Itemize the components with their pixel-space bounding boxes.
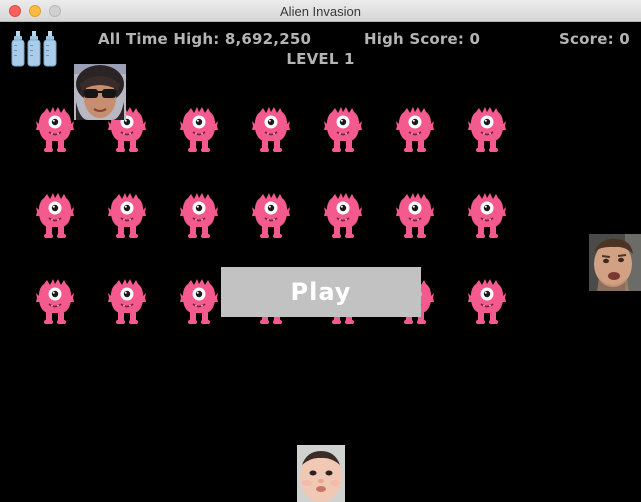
alien-monster-icon [36, 192, 74, 238]
baby-face-ship [297, 445, 345, 502]
alien-monster-icon [252, 192, 290, 238]
woman-with-sunglasses-portrait [74, 64, 126, 120]
alien-monster-icon [36, 106, 74, 152]
window-titlebar: Alien Invasion [0, 0, 641, 22]
current-score: Score: 0 [559, 30, 630, 48]
window-title: Alien Invasion [280, 4, 361, 19]
alien-monster-icon [468, 278, 506, 324]
alien-monster-icon [36, 278, 74, 324]
alien-monster-icon [324, 192, 362, 238]
game-screen: All Time High: 8,692,250 High Score: 0 S… [0, 22, 641, 502]
alien-monster-icon [180, 106, 218, 152]
alien-monster-icon [324, 106, 362, 152]
alien-monster-icon [180, 278, 218, 324]
alien-monster-icon [396, 106, 434, 152]
alien-monster-icon [396, 192, 434, 238]
all-time-high-score: All Time High: 8,692,250 [98, 30, 312, 48]
play-button[interactable]: Play [221, 267, 421, 317]
alien-monster-icon [468, 192, 506, 238]
high-score: High Score: 0 [364, 30, 481, 48]
alien-monster-icon [108, 192, 146, 238]
alien-monster-icon [108, 278, 146, 324]
man-face-portrait [589, 234, 641, 291]
alien-monster-icon [180, 192, 218, 238]
alien-monster-icon [252, 106, 290, 152]
alien-monster-icon [468, 106, 506, 152]
